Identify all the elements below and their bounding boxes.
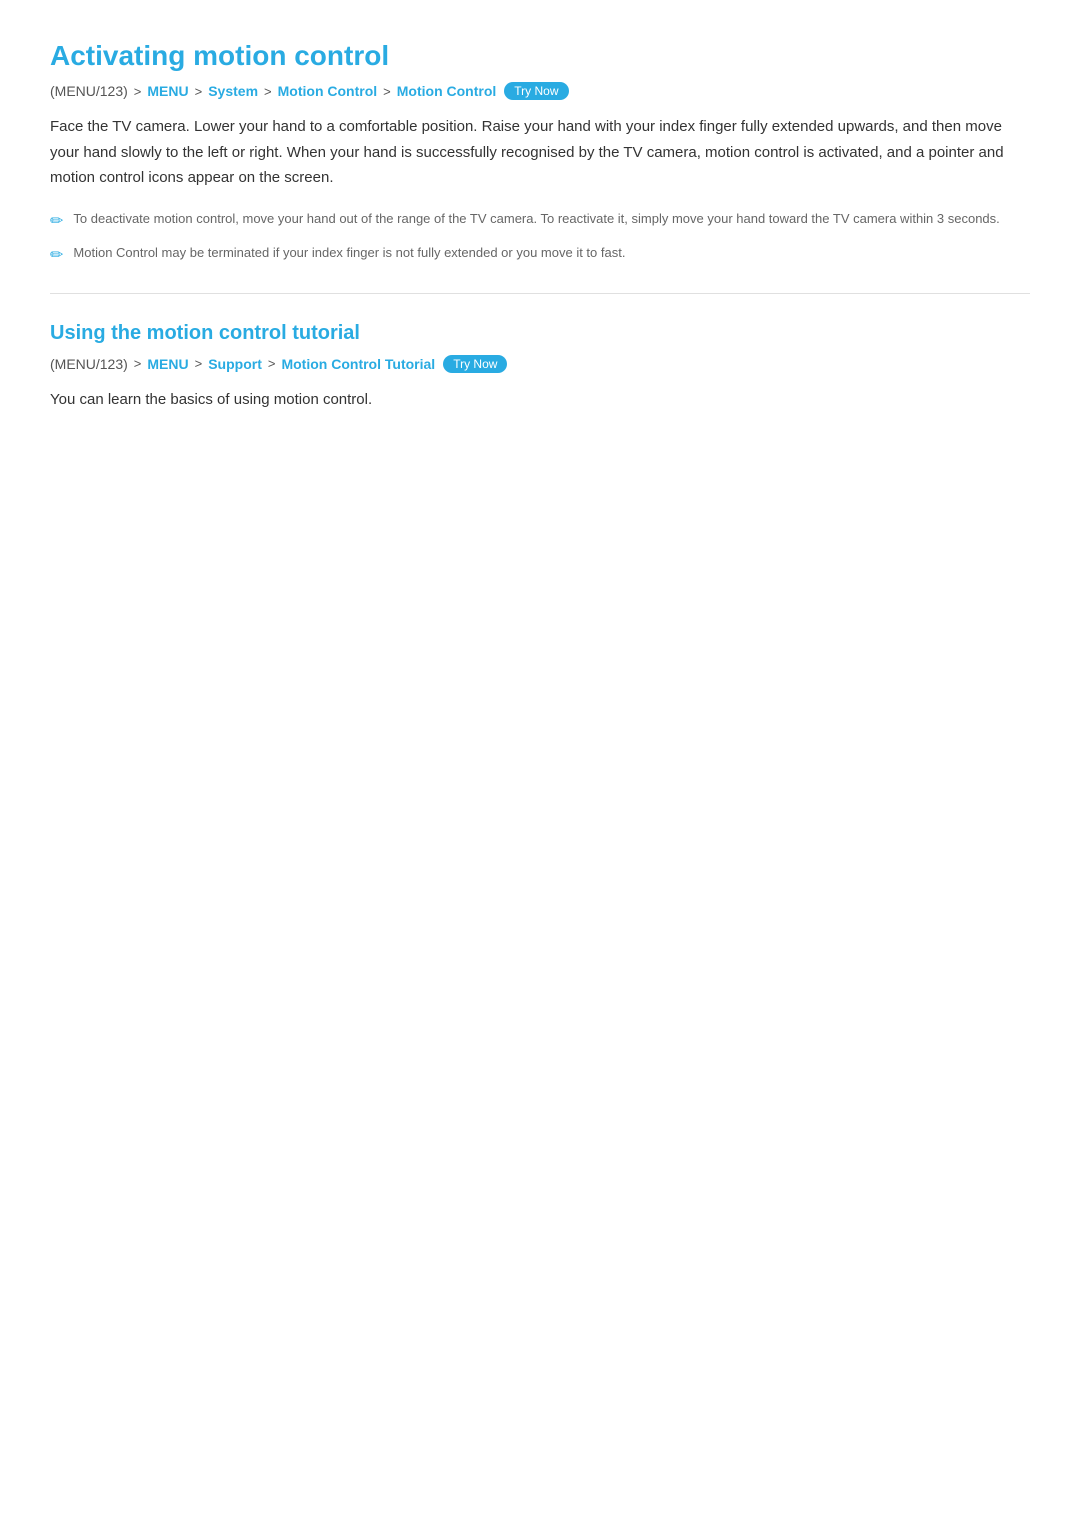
chevron-icon-3: > — [264, 84, 272, 99]
breadcrumb-2: (MENU/123) > MENU > Support > Motion Con… — [50, 355, 1030, 373]
page-title: Activating motion control — [50, 40, 1030, 72]
main-description: Face the TV camera. Lower your hand to a… — [50, 114, 1030, 191]
breadcrumb-2-menu-num: (MENU/123) — [50, 356, 128, 372]
breadcrumb-motion-control: Motion Control — [278, 83, 378, 99]
try-now-button-2[interactable]: Try Now — [443, 355, 507, 373]
pencil-icon-1: ✏ — [50, 211, 63, 231]
breadcrumb-2-menu: MENU — [147, 356, 188, 372]
chevron-2-icon-1: > — [134, 356, 142, 371]
breadcrumb-2-motion-tutorial: Motion Control Tutorial — [281, 356, 435, 372]
try-now-button-1[interactable]: Try Now — [504, 82, 568, 100]
note-text-2: Motion Control may be terminated if your… — [73, 243, 625, 264]
note-text-1: To deactivate motion control, move your … — [73, 209, 999, 230]
breadcrumb-1: (MENU/123) > MENU > System > Motion Cont… — [50, 82, 1030, 100]
pencil-icon-2: ✏ — [50, 245, 63, 265]
section-2-description: You can learn the basics of using motion… — [50, 387, 1030, 413]
breadcrumb-system: System — [208, 83, 258, 99]
notes-container: ✏ To deactivate motion control, move you… — [50, 209, 1030, 265]
note-item-2: ✏ Motion Control may be terminated if yo… — [50, 243, 1030, 265]
chevron-icon-1: > — [134, 84, 142, 99]
chevron-2-icon-3: > — [268, 356, 276, 371]
note-item-1: ✏ To deactivate motion control, move you… — [50, 209, 1030, 231]
chevron-icon-2: > — [195, 84, 203, 99]
breadcrumb-menu: MENU — [147, 83, 188, 99]
section-divider — [50, 293, 1030, 294]
breadcrumb-menu-num: (MENU/123) — [50, 83, 128, 99]
chevron-icon-4: > — [383, 84, 391, 99]
section-2-title: Using the motion control tutorial — [50, 322, 1030, 345]
breadcrumb-2-support: Support — [208, 356, 262, 372]
chevron-2-icon-2: > — [195, 356, 203, 371]
breadcrumb-motion-control-2: Motion Control — [397, 83, 497, 99]
